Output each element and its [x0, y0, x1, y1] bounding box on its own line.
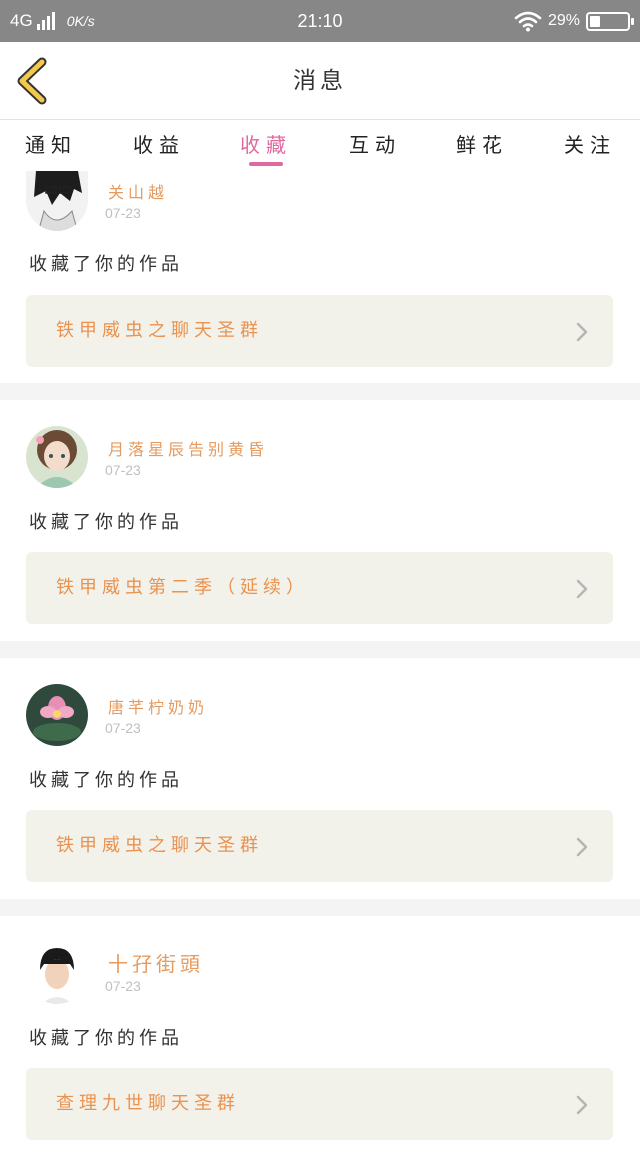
date: 07-23 — [105, 462, 141, 478]
tab-notifications[interactable]: 通知 — [6, 129, 96, 158]
work-title: 铁甲威虫之聊天圣群 — [56, 320, 263, 341]
action-text: 收藏了你的作品 — [29, 1028, 183, 1049]
avatar-image — [26, 942, 88, 1004]
list-item: 关山越 07-23 收藏了你的作品 铁甲威虫之聊天圣群 — [0, 171, 640, 383]
avatar[interactable] — [26, 426, 88, 488]
tab-bar: 通知 收益 收藏 互动 鲜花 关注 — [0, 121, 640, 171]
back-button[interactable] — [10, 56, 58, 106]
date: 07-23 — [105, 978, 141, 994]
battery-icon — [586, 11, 634, 31]
work-link[interactable]: 铁甲威虫之聊天圣群 — [26, 295, 613, 367]
tab-favorites[interactable]: 收藏 — [221, 129, 311, 158]
divider — [0, 899, 640, 916]
chevron-right-icon — [576, 1095, 588, 1115]
avatar[interactable] — [26, 684, 88, 746]
action-text: 收藏了你的作品 — [29, 254, 183, 275]
divider — [0, 641, 640, 658]
date: 07-23 — [105, 720, 141, 736]
status-bar: 4G 0K/s 21:10 29% — [0, 0, 640, 42]
chevron-left-icon — [17, 57, 47, 105]
work-title: 铁甲威虫之聊天圣群 — [56, 835, 263, 856]
tab-following[interactable]: 关注 — [545, 129, 635, 158]
header: 消息 — [0, 42, 640, 120]
favorites-feed: 关山越 07-23 收藏了你的作品 铁甲威虫之聊天圣群 月落星辰告别黄昏 07-… — [0, 171, 640, 1157]
chevron-right-icon — [576, 322, 588, 342]
username[interactable]: 关山越 — [108, 179, 168, 203]
active-tab-indicator — [249, 162, 283, 166]
date: 07-23 — [105, 205, 141, 221]
tab-interactions[interactable]: 互动 — [330, 129, 420, 158]
divider — [0, 383, 640, 400]
wifi-icon — [514, 11, 542, 32]
work-link[interactable]: 铁甲威虫之聊天圣群 — [26, 810, 613, 882]
page-title: 消息 — [293, 68, 347, 94]
action-text: 收藏了你的作品 — [29, 770, 183, 791]
list-item: 十孖街頭 07-23 收藏了你的作品 查理九世聊天圣群 — [0, 916, 640, 1157]
list-item: 月落星辰告别黄昏 07-23 收藏了你的作品 铁甲威虫第二季（延续） — [0, 400, 640, 641]
list-item: 唐芊柠奶奶 07-23 收藏了你的作品 铁甲威虫之聊天圣群 — [0, 658, 640, 899]
chevron-right-icon — [576, 837, 588, 857]
username[interactable]: 唐芊柠奶奶 — [108, 694, 208, 718]
username[interactable]: 十孖街頭 — [108, 948, 204, 977]
avatar[interactable] — [26, 942, 88, 1004]
status-right: 29% — [514, 0, 634, 42]
username[interactable]: 月落星辰告别黄昏 — [108, 436, 268, 460]
action-text: 收藏了你的作品 — [29, 512, 183, 533]
avatar-image — [26, 171, 88, 231]
work-link[interactable]: 铁甲威虫第二季（延续） — [26, 552, 613, 624]
work-title: 查理九世聊天圣群 — [56, 1093, 240, 1114]
tab-flowers[interactable]: 鲜花 — [437, 129, 527, 158]
avatar[interactable] — [26, 171, 88, 231]
avatar-image — [26, 684, 88, 746]
work-link[interactable]: 查理九世聊天圣群 — [26, 1068, 613, 1140]
battery-percent: 29% — [547, 12, 580, 29]
avatar-image — [26, 426, 88, 488]
tab-earnings[interactable]: 收益 — [114, 129, 204, 158]
work-title: 铁甲威虫第二季（延续） — [56, 577, 309, 598]
battery-level — [590, 15, 600, 27]
chevron-right-icon — [576, 579, 588, 599]
